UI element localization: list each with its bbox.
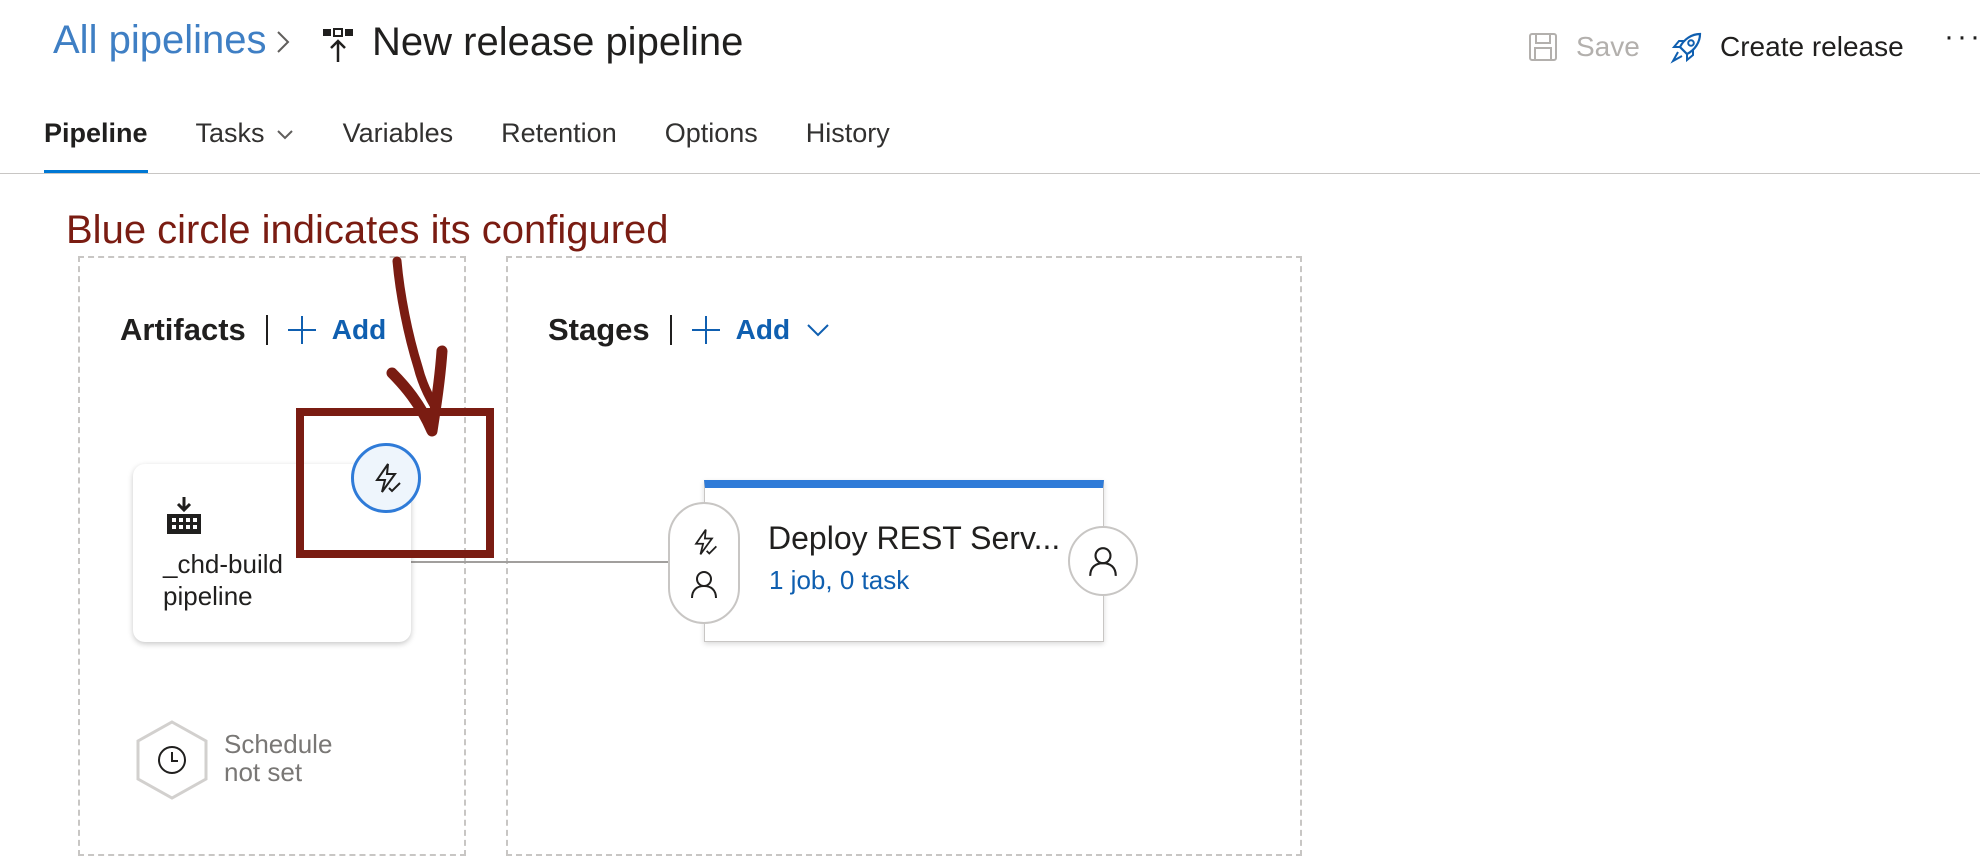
annotation-arrow-icon <box>386 256 448 437</box>
stage-card[interactable] <box>704 480 1104 642</box>
tab-options-label: Options <box>664 118 758 148</box>
tab-pipeline[interactable]: Pipeline <box>44 116 148 174</box>
stages-header: Stages Add <box>548 306 832 354</box>
chevron-down-icon[interactable] <box>804 320 832 340</box>
save-button[interactable]: Save <box>1528 26 1640 68</box>
tab-history-label: History <box>805 118 890 148</box>
tab-options[interactable]: Options <box>665 116 758 174</box>
page-title[interactable]: New release pipeline <box>372 20 743 65</box>
schedule-status: Schedule not set <box>224 729 333 787</box>
release-pipeline-icon <box>323 28 353 62</box>
plus-icon <box>691 316 720 344</box>
tab-variables-label: Variables <box>342 118 454 148</box>
artifact-name: _chd-build pipeline <box>163 549 283 611</box>
chevron-down-icon <box>276 130 293 140</box>
stage-job-summary[interactable]: 1 job, 0 task <box>769 565 909 596</box>
tab-history[interactable]: History <box>806 116 890 174</box>
header-divider <box>669 315 672 345</box>
save-icon <box>1529 33 1557 61</box>
rocket-icon <box>1670 32 1702 64</box>
add-stage-label: Add <box>735 314 791 345</box>
stages-title: Stages <box>548 312 650 347</box>
lightning-icon <box>694 529 717 555</box>
header-divider <box>265 315 268 345</box>
add-stage-button[interactable]: Add <box>690 314 832 346</box>
tab-retention[interactable]: Retention <box>501 116 617 174</box>
tab-tasks-label: Tasks <box>195 118 265 148</box>
artifacts-header: Artifacts Add <box>120 306 386 354</box>
tab-tasks[interactable]: Tasks <box>196 116 295 174</box>
breadcrumb-all-pipelines[interactable]: All pipelines <box>53 18 266 63</box>
tab-variables[interactable]: Variables <box>343 116 454 174</box>
create-release-button[interactable]: Create release <box>1670 26 1904 68</box>
person-icon <box>691 571 717 599</box>
tab-divider <box>0 173 1980 174</box>
create-release-label: Create release <box>1720 31 1904 62</box>
tab-bar: Pipeline Tasks Variables Retention Optio… <box>44 116 938 174</box>
pipeline-connector <box>411 561 671 563</box>
build-artifact-icon <box>167 497 201 534</box>
person-icon <box>1089 547 1117 576</box>
schedule-trigger[interactable] <box>136 720 208 800</box>
tab-pipeline-label: Pipeline <box>44 118 148 148</box>
artifacts-title: Artifacts <box>120 312 246 347</box>
chevron-right-icon <box>277 31 290 53</box>
post-deployment-conditions[interactable] <box>1068 526 1138 596</box>
annotation-text: Blue circle indicates its configured <box>66 208 669 252</box>
save-label: Save <box>1576 31 1640 62</box>
pre-deployment-conditions[interactable] <box>668 502 740 624</box>
plus-icon <box>287 316 316 344</box>
more-actions-button[interactable]: ··· <box>1944 20 1980 70</box>
stage-name[interactable]: Deploy REST Serv... <box>768 520 1060 557</box>
tab-retention-label: Retention <box>501 118 617 148</box>
